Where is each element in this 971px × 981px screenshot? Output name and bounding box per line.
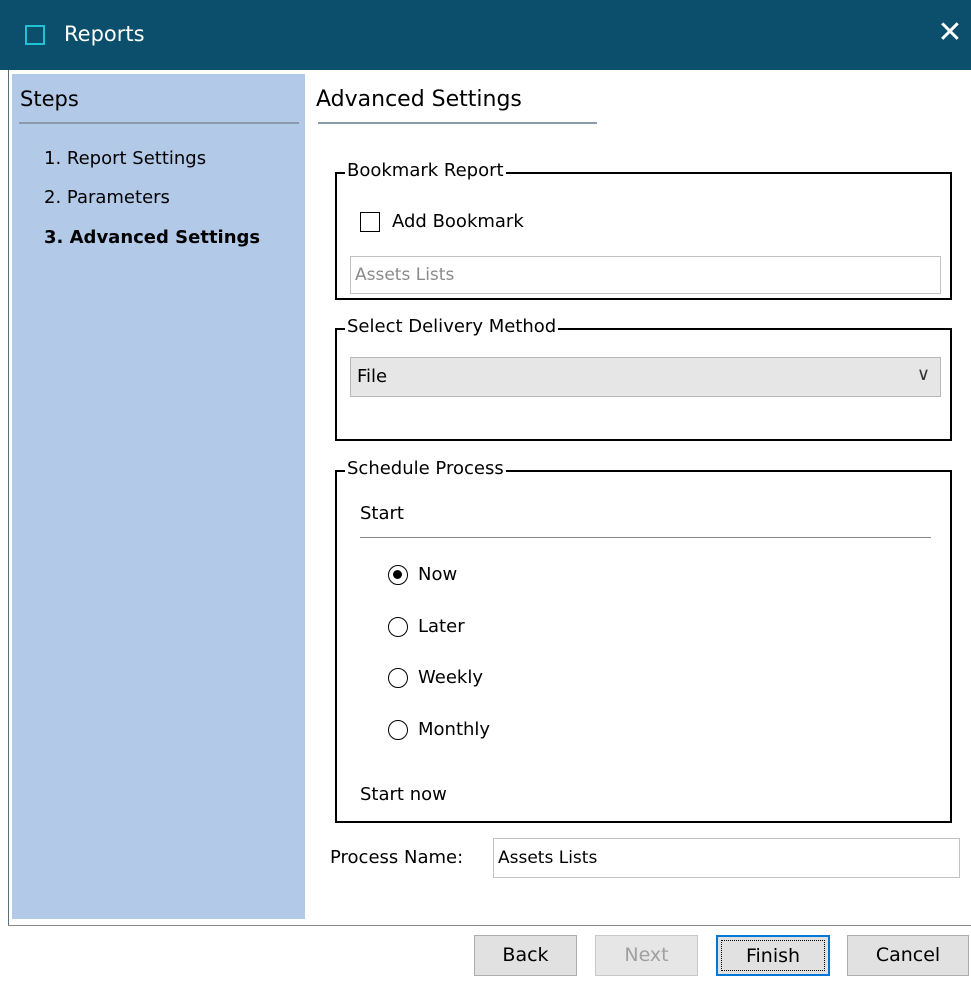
page-title: Advanced Settings xyxy=(316,87,522,112)
left-border xyxy=(8,70,9,926)
radio-monthly-label: Monthly xyxy=(418,719,491,740)
radio-now-label: Now xyxy=(418,564,458,585)
schedule-process-group: Schedule Process xyxy=(335,458,952,823)
radio-later[interactable] xyxy=(388,617,408,637)
delivery-method-legend: Select Delivery Method xyxy=(345,316,559,337)
radio-monthly[interactable] xyxy=(388,720,408,740)
step-parameters[interactable]: 2. Parameters xyxy=(44,187,170,208)
footer-divider xyxy=(8,925,971,926)
radio-weekly[interactable] xyxy=(388,668,408,688)
add-bookmark-label: Add Bookmark xyxy=(392,211,524,232)
delivery-method-value: File xyxy=(357,366,388,387)
window-title: Reports xyxy=(64,22,145,46)
process-name-label: Process Name: xyxy=(330,847,464,868)
schedule-process-legend: Schedule Process xyxy=(345,458,506,479)
start-label: Start xyxy=(360,503,404,524)
process-name-input[interactable]: Assets Lists xyxy=(493,838,960,878)
bookmark-report-legend: Bookmark Report xyxy=(345,160,506,181)
finish-button[interactable]: Finish xyxy=(716,935,830,976)
start-divider xyxy=(360,537,931,538)
chevron-down-icon: ∨ xyxy=(916,364,930,385)
page-title-divider xyxy=(318,122,597,124)
schedule-status-text: Start now xyxy=(360,784,447,805)
steps-title: Steps xyxy=(20,87,79,111)
delivery-method-select[interactable]: File ∨ xyxy=(350,357,941,397)
title-bar[interactable]: Reports ✕ xyxy=(0,0,971,70)
steps-divider xyxy=(19,122,299,124)
radio-weekly-label: Weekly xyxy=(418,667,483,688)
app-icon xyxy=(25,25,45,45)
radio-later-label: Later xyxy=(418,616,465,637)
bookmark-name-input[interactable]: Assets Lists xyxy=(350,256,941,294)
radio-selected-dot xyxy=(393,570,402,579)
close-icon[interactable]: ✕ xyxy=(933,16,967,50)
add-bookmark-checkbox[interactable] xyxy=(360,212,380,232)
back-button[interactable]: Back xyxy=(474,935,577,976)
cancel-button[interactable]: Cancel xyxy=(847,935,969,976)
focus-rectangle xyxy=(721,940,825,971)
radio-now[interactable] xyxy=(388,565,408,585)
next-button[interactable]: Next xyxy=(595,935,698,976)
step-report-settings[interactable]: 1. Report Settings xyxy=(44,148,206,169)
reports-dialog: Reports ✕ Steps 1. Report Settings 2. Pa… xyxy=(0,0,971,981)
step-advanced-settings[interactable]: 3. Advanced Settings xyxy=(44,227,260,248)
